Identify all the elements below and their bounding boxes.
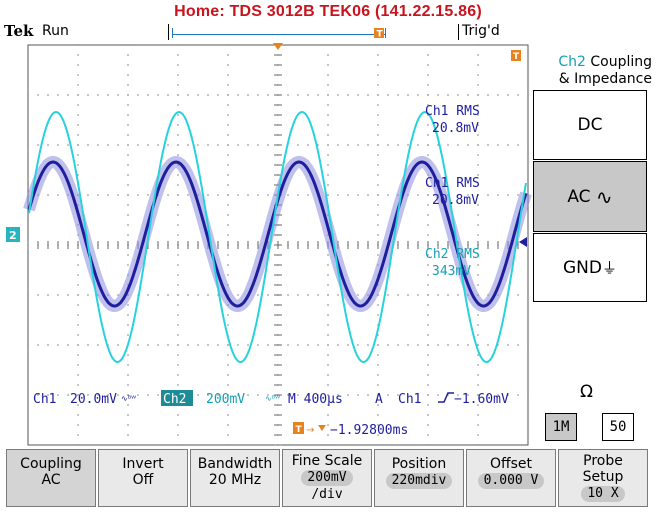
ac-wave-icon: ∿ — [595, 184, 613, 209]
svg-text:T: T — [513, 52, 520, 62]
svg-text:T: T — [296, 425, 303, 435]
trigger-offset: −1.92800ms — [330, 423, 408, 438]
ch1-scale: 20.0mV — [70, 392, 117, 407]
trigger-level-marker — [519, 237, 527, 247]
coupling-ac-button[interactable]: AC ∿ — [533, 161, 647, 232]
ch2-scale: 200mV — [206, 392, 245, 407]
position-menu-button[interactable]: Position 220mdiv — [374, 449, 464, 507]
side-menu-title: Ch2 Coupling & Impedance — [558, 54, 652, 87]
ground-icon: ⏚ — [601, 259, 617, 277]
offset-menu-button[interactable]: Offset 0.000 V — [466, 449, 556, 507]
ch1-label: Ch1 — [33, 392, 56, 407]
ch2-rms-label: Ch2 RMS — [425, 247, 480, 262]
trigger-position-marker — [273, 43, 283, 50]
ch1-bandwidth-icon: ∿ᴮᵂ — [121, 394, 136, 403]
rising-edge-icon — [438, 392, 454, 403]
svg-text:→: → — [306, 425, 314, 436]
fine-scale-menu-button[interactable]: Fine Scale 200mV /div — [282, 449, 372, 507]
trigger-mode: A — [375, 392, 383, 407]
probe-setup-menu-button[interactable]: Probe Setup 10 X — [558, 449, 648, 507]
bottom-menu: Coupling AC Invert Off Bandwidth 20 MHz … — [6, 449, 648, 507]
coupling-dc-button[interactable]: DC — [533, 90, 647, 160]
trigger-level: −1.60mV — [454, 392, 509, 407]
ch1-rms-value: 20.8mV — [432, 193, 479, 208]
ch2-label: Ch2 — [163, 392, 186, 407]
timebase: M 400µs — [288, 392, 343, 407]
ch1-rms-value: 20.8mV — [432, 121, 479, 136]
impedance-50-button[interactable]: 50 — [602, 413, 634, 441]
invert-menu-button[interactable]: Invert Off — [98, 449, 188, 507]
coupling-menu-button[interactable]: Coupling AC — [6, 449, 96, 507]
ch1-rms-label: Ch1 RMS — [425, 104, 480, 119]
impedance-symbol: Ω — [580, 382, 593, 402]
impedance-1m-button[interactable]: 1M — [545, 413, 577, 441]
coupling-gnd-button[interactable]: GND ⏚ — [533, 233, 647, 302]
svg-text:T: T — [377, 30, 384, 40]
trigger-source: Ch1 — [398, 392, 421, 407]
ch2-marker-label: 2 — [9, 229, 17, 242]
ch1-rms-label: Ch1 RMS — [425, 176, 480, 191]
ch2-rms-value: 343mV — [432, 264, 471, 279]
bandwidth-menu-button[interactable]: Bandwidth 20 MHz — [190, 449, 280, 507]
ch2-bandwidth-icon: ∿ᴮᵂ — [265, 394, 280, 403]
